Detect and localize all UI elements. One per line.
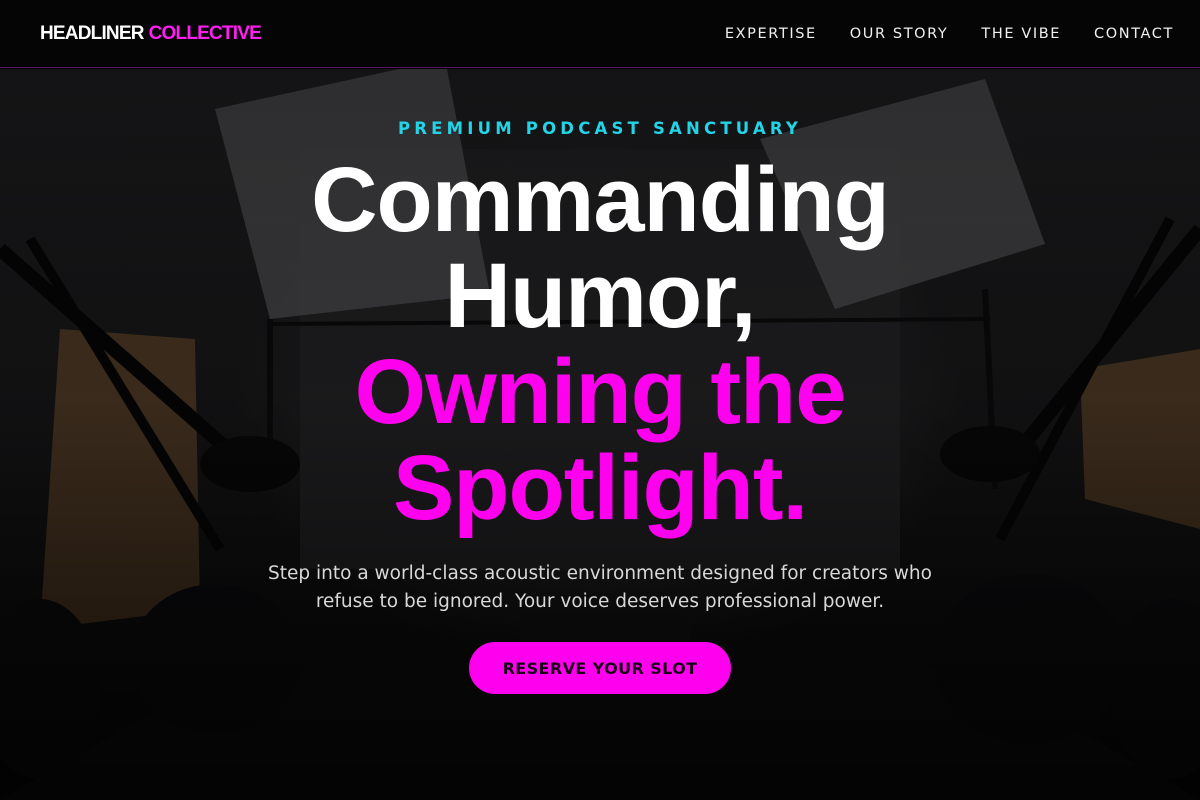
hero-content: PREMIUM PODCAST SANCTUARY Commanding Hum…	[0, 69, 1200, 800]
hero-eyebrow: PREMIUM PODCAST SANCTUARY	[397, 119, 802, 138]
nav-item-contact[interactable]: CONTACT	[1094, 26, 1174, 42]
headline-line-1: Commanding	[311, 149, 890, 251]
headline-line-4: Spotlight.	[392, 437, 808, 539]
hero-headline: Commanding Humor, Owning the Spotlight.	[311, 149, 890, 539]
nav-item-expertise[interactable]: EXPERTISE	[725, 26, 817, 42]
hero-section: PREMIUM PODCAST SANCTUARY Commanding Hum…	[0, 69, 1200, 800]
site-header: HEADLINER COLLECTIVE EXPERTISE OUR STORY …	[0, 0, 1200, 68]
reserve-slot-button[interactable]: RESERVE YOUR SLOT	[469, 642, 731, 694]
brand-name-primary: HEADLINER	[40, 22, 144, 44]
nav-item-our-story[interactable]: OUR STORY	[850, 26, 949, 42]
hero-subtext: Step into a world-class acoustic environ…	[268, 563, 932, 612]
headline-line-2: Humor,	[444, 245, 757, 347]
brand-logo[interactable]: HEADLINER COLLECTIVE	[40, 22, 262, 45]
nav-item-the-vibe[interactable]: THE VIBE	[981, 26, 1061, 42]
brand-name-accent: COLLECTIVE	[148, 22, 262, 44]
main-nav: EXPERTISE OUR STORY THE VIBE CONTACT	[725, 26, 1174, 42]
headline-line-3: Owning the	[354, 341, 847, 443]
